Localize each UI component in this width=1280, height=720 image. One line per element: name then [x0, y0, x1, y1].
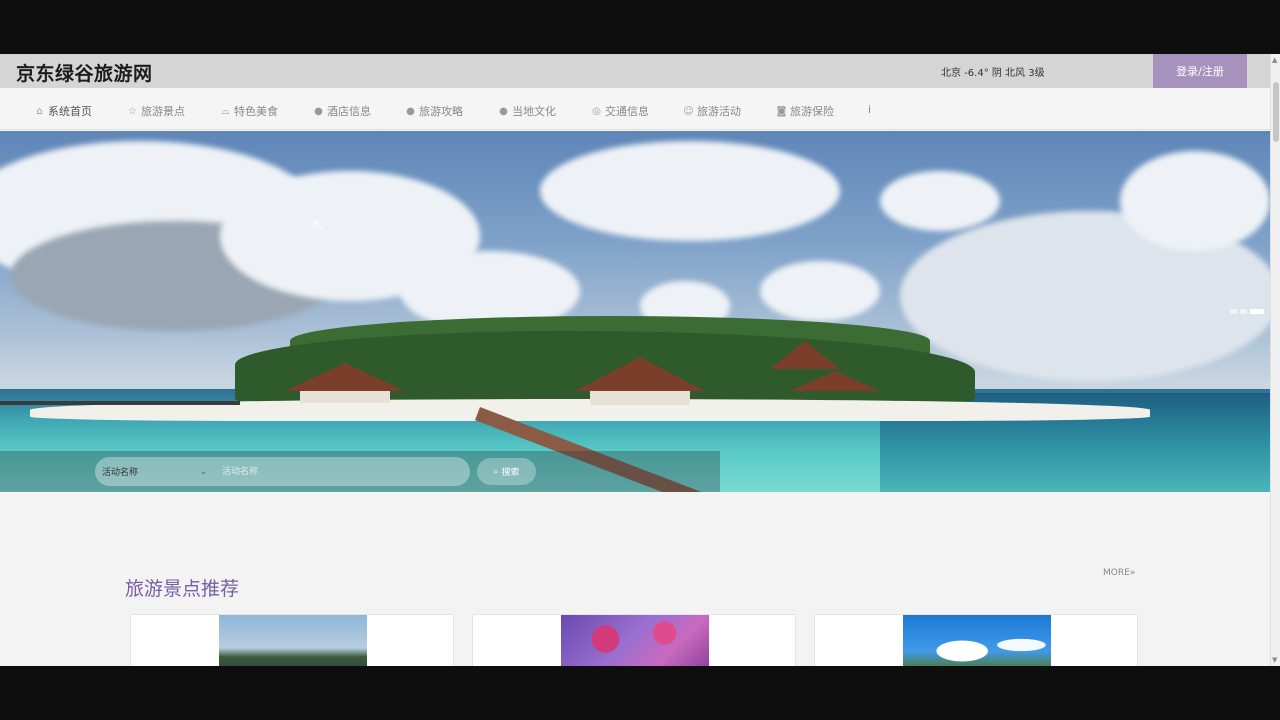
search-button[interactable]: ⌕ 搜索 — [477, 458, 536, 485]
nav-item-activities[interactable]: ☺ 旅游活动 — [683, 103, 741, 119]
top-header: 京东绿谷旅游网 北京 -6.4° 阴 北风 3级 登录/注册 — [0, 54, 1270, 88]
chevron-down-icon: ⌄ — [200, 467, 207, 476]
nav-item-label: 旅游保险 — [790, 105, 834, 118]
nav-item-culture[interactable]: ● 当地文化 — [498, 103, 556, 119]
more-link[interactable]: MORE» — [1103, 568, 1135, 578]
nav-item-label: 特色美食 — [234, 105, 278, 118]
hero-hut-body — [590, 391, 690, 405]
nav-item-food[interactable]: ⌓ 特色美食 — [220, 103, 278, 119]
browser-viewport: 京东绿谷旅游网 北京 -6.4° 阴 北风 3级 登录/注册 ⌂ 系统首页 ☆ … — [0, 54, 1280, 666]
hero-cloud — [540, 141, 840, 241]
section-title: 旅游景点推荐 — [125, 578, 240, 600]
main-nav: ⌂ 系统首页 ☆ 旅游景点 ⌓ 特色美食 ● 酒店信息 ● 旅游攻略 ● 当地文… — [0, 88, 1270, 133]
bag-icon: ⌓ — [221, 105, 230, 117]
login-register-button[interactable]: 登录/注册 — [1153, 54, 1247, 88]
scroll-down-icon[interactable]: ▼ — [1272, 656, 1277, 664]
star-icon: ☆ — [128, 105, 137, 117]
hero-hut — [575, 357, 705, 391]
nav-item-guides[interactable]: ● 旅游攻略 — [405, 103, 463, 119]
hero-hut — [770, 341, 840, 369]
attraction-image — [219, 615, 367, 666]
attraction-card[interactable] — [130, 614, 454, 666]
nav-item-label: 旅游景点 — [141, 105, 185, 118]
nav-item-label: i — [868, 103, 872, 116]
carousel-dot-active[interactable] — [1250, 309, 1264, 314]
search-button-label: 搜索 — [501, 468, 520, 478]
hero-cloud — [1120, 151, 1270, 251]
nav-item-insurance[interactable]: ◙ 旅游保险 — [776, 103, 834, 119]
mouse-cursor-icon: ⇱ — [313, 218, 324, 232]
hero-cloud — [760, 261, 880, 321]
attraction-image — [903, 615, 1051, 666]
nav-item-label: 旅游攻略 — [419, 105, 463, 118]
attraction-image — [561, 615, 709, 666]
hero-hut-body — [300, 391, 390, 403]
hero-pier-left — [0, 401, 240, 405]
nav-item-label: 酒店信息 — [327, 105, 371, 118]
attraction-card[interactable] — [472, 614, 796, 666]
search-field-select[interactable]: 活动名称 ⌄ — [95, 457, 215, 486]
nav-item-label: 系统首页 — [48, 105, 92, 118]
carousel-indicator — [1230, 309, 1264, 314]
search-icon: ⌕ — [493, 466, 499, 477]
scrollbar-thumb[interactable] — [1273, 82, 1279, 142]
nav-item-home[interactable]: ⌂ 系统首页 — [28, 103, 98, 133]
carousel-dot[interactable] — [1240, 309, 1247, 314]
nav-item-more[interactable]: i — [868, 103, 871, 116]
nav-item-label: 交通信息 — [605, 105, 649, 118]
letterbox-bottom — [0, 666, 1280, 720]
weather-info: 北京 -6.4° 阴 北风 3级 — [941, 68, 1045, 79]
carousel-dot[interactable] — [1230, 309, 1237, 314]
attraction-card[interactable] — [814, 614, 1138, 666]
scroll-up-icon[interactable]: ▲ — [1272, 56, 1277, 64]
camera-icon: ◙ — [776, 105, 787, 117]
page-scrollbar[interactable]: ▲ ▼ — [1270, 54, 1280, 666]
info-icon: ● — [499, 105, 508, 117]
hero-hut — [285, 363, 405, 391]
nav-item-attractions[interactable]: ☆ 旅游景点 — [127, 103, 185, 119]
hero-hut — [790, 371, 880, 391]
info-icon: ● — [314, 105, 323, 117]
compass-icon: ◎ — [592, 105, 601, 117]
hero-banner: 活动名称 ⌄ ⌕ 搜索 — [0, 131, 1270, 492]
search-select-value: 活动名称 — [102, 468, 139, 478]
hero-cloud — [880, 171, 1000, 231]
question-icon: ● — [406, 105, 415, 117]
site-title: 京东绿谷旅游网 — [16, 63, 153, 85]
letterbox-top — [0, 0, 1280, 54]
nav-item-transport[interactable]: ◎ 交通信息 — [591, 103, 649, 119]
search-input[interactable] — [215, 457, 470, 486]
home-icon: ⌂ — [36, 105, 43, 117]
nav-item-hotels[interactable]: ● 酒店信息 — [313, 103, 371, 119]
nav-item-label: 旅游活动 — [697, 105, 741, 118]
smile-icon: ☺ — [683, 105, 694, 117]
nav-item-label: 当地文化 — [512, 105, 556, 118]
